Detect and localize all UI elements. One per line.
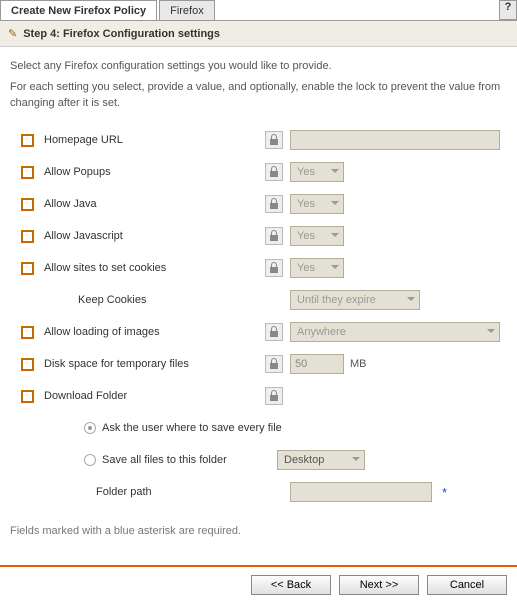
- content-area: Select any Firefox configuration setting…: [0, 47, 517, 559]
- required-note: Fields marked with a blue asterisk are r…: [10, 525, 507, 537]
- chevron-down-icon: [331, 166, 339, 178]
- label-java: Allow Java: [44, 198, 258, 210]
- label-images: Allow loading of images: [44, 326, 258, 338]
- row-keep-cookies: Keep Cookies Until they expire: [10, 285, 507, 315]
- select-save-location[interactable]: Desktop: [277, 450, 365, 470]
- row-cookies: Allow sites to set cookies Yes: [10, 253, 507, 283]
- checkbox-images[interactable]: [21, 326, 34, 339]
- required-asterisk: *: [442, 485, 447, 500]
- tab-bar: Create New Firefox Policy Firefox ?: [0, 0, 517, 21]
- step-header: ✎ Step 4: Firefox Configuration settings: [0, 21, 517, 47]
- checkbox-popups[interactable]: [21, 166, 34, 179]
- disk-unit: MB: [350, 358, 367, 370]
- select-cookies[interactable]: Yes: [290, 258, 344, 278]
- label-javascript: Allow Javascript: [44, 230, 258, 242]
- row-folder-path: Folder path *: [10, 477, 507, 507]
- input-disk[interactable]: [290, 354, 344, 374]
- label-cookies: Allow sites to set cookies: [44, 262, 258, 274]
- select-javascript[interactable]: Yes: [290, 226, 344, 246]
- row-radio-ask: Ask the user where to save every file: [10, 413, 507, 443]
- row-java: Allow Java Yes: [10, 189, 507, 219]
- help-button[interactable]: ?: [499, 0, 517, 20]
- lock-java[interactable]: [265, 195, 283, 213]
- tab-firefox[interactable]: Firefox: [159, 0, 215, 20]
- select-popups[interactable]: Yes: [290, 162, 344, 182]
- label-popups: Allow Popups: [44, 166, 258, 178]
- chevron-down-icon: [407, 294, 415, 306]
- radio-ask[interactable]: [84, 422, 96, 434]
- lock-popups[interactable]: [265, 163, 283, 181]
- lock-javascript[interactable]: [265, 227, 283, 245]
- next-button[interactable]: Next >>: [339, 575, 419, 595]
- row-disk: Disk space for temporary files MB: [10, 349, 507, 379]
- lock-download[interactable]: [265, 387, 283, 405]
- checkbox-download[interactable]: [21, 390, 34, 403]
- chevron-down-icon: [331, 198, 339, 210]
- row-images: Allow loading of images Anywhere: [10, 317, 507, 347]
- checkbox-javascript[interactable]: [21, 230, 34, 243]
- wand-icon: ✎: [8, 27, 17, 40]
- checkbox-disk[interactable]: [21, 358, 34, 371]
- select-keep-cookies[interactable]: Until they expire: [290, 290, 420, 310]
- checkbox-java[interactable]: [21, 198, 34, 211]
- label-radio-ask: Ask the user where to save every file: [102, 422, 282, 434]
- row-radio-save: Save all files to this folder Desktop: [10, 445, 507, 475]
- button-bar: << Back Next >> Cancel: [0, 575, 517, 605]
- row-download: Download Folder: [10, 381, 507, 411]
- row-popups: Allow Popups Yes: [10, 157, 507, 187]
- lock-images[interactable]: [265, 323, 283, 341]
- input-homepage[interactable]: [290, 130, 500, 150]
- back-button[interactable]: << Back: [251, 575, 331, 595]
- divider: [0, 565, 517, 567]
- intro-text-2: For each setting you select, provide a v…: [10, 80, 507, 111]
- input-folder-path[interactable]: [290, 482, 432, 502]
- label-disk: Disk space for temporary files: [44, 358, 258, 370]
- select-images[interactable]: Anywhere: [290, 322, 500, 342]
- row-javascript: Allow Javascript Yes: [10, 221, 507, 251]
- checkbox-cookies[interactable]: [21, 262, 34, 275]
- lock-cookies[interactable]: [265, 259, 283, 277]
- chevron-down-icon: [352, 454, 360, 466]
- chevron-down-icon: [487, 326, 495, 338]
- radio-save[interactable]: [84, 454, 96, 466]
- chevron-down-icon: [331, 230, 339, 242]
- step-title: Step 4: Firefox Configuration settings: [23, 28, 220, 40]
- label-radio-save: Save all files to this folder: [102, 454, 277, 466]
- checkbox-homepage[interactable]: [21, 134, 34, 147]
- select-java[interactable]: Yes: [290, 194, 344, 214]
- label-homepage: Homepage URL: [44, 134, 258, 146]
- cancel-button[interactable]: Cancel: [427, 575, 507, 595]
- label-folder-path: Folder path: [44, 486, 258, 498]
- label-download: Download Folder: [44, 390, 258, 402]
- tab-create-policy[interactable]: Create New Firefox Policy: [0, 0, 157, 20]
- lock-disk[interactable]: [265, 355, 283, 373]
- label-keep-cookies: Keep Cookies: [44, 294, 258, 306]
- row-homepage: Homepage URL: [10, 125, 507, 155]
- intro-text-1: Select any Firefox configuration setting…: [10, 59, 507, 74]
- chevron-down-icon: [331, 262, 339, 274]
- lock-homepage[interactable]: [265, 131, 283, 149]
